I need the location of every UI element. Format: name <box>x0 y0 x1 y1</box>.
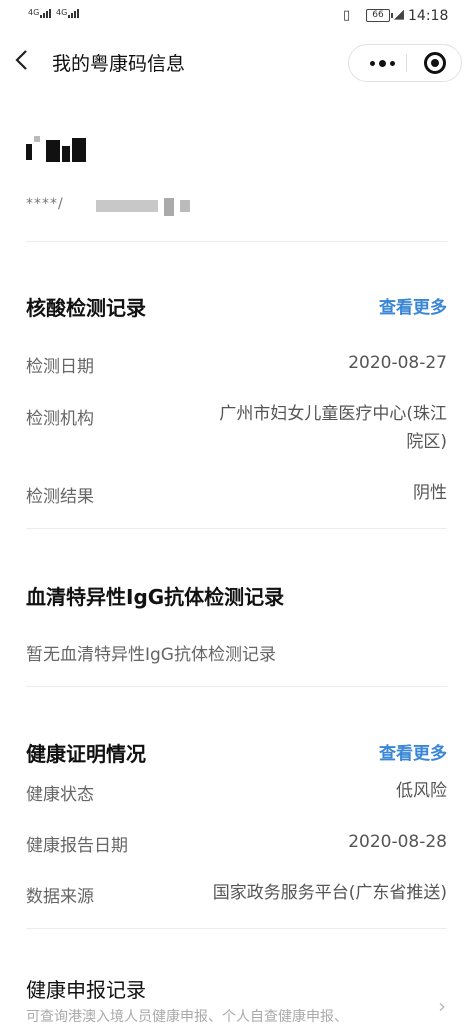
more-dots-icon[interactable] <box>359 45 405 81</box>
health-declare-subtitle: 可查询港澳入境人员健康申报、个人自查健康申报、 <box>26 1009 348 1024</box>
power-saving-icon: ◢ <box>394 7 404 22</box>
page-title: 我的粤康码信息 <box>52 53 186 75</box>
test-org-value: 广州市妇女儿童医疗中心(珠江 院区) <box>219 400 447 456</box>
nucleic-more-link[interactable]: 查看更多 <box>379 293 447 318</box>
health-section-title: 健康证明情况 <box>26 742 146 766</box>
status-bar: 4G 4G ▯ 66 ◢ 14:18 <box>0 0 473 34</box>
target-icon[interactable] <box>424 52 446 74</box>
redacted-id-block <box>180 200 190 212</box>
igg-section-title: 血清特异性IgG抗体检测记录 <box>26 585 285 609</box>
chevron-right-icon: › <box>438 994 446 1018</box>
test-result-label: 检测结果 <box>26 487 94 507</box>
user-id-masked: ****/ <box>26 196 64 212</box>
health-report-date-value: 2020-08-28 <box>348 832 447 852</box>
health-report-date-label: 健康报告日期 <box>26 836 128 856</box>
divider <box>26 686 447 687</box>
vibrate-icon: ▯ <box>343 8 351 23</box>
signal-label-1: 4G <box>28 8 40 17</box>
health-status-label: 健康状态 <box>26 785 94 805</box>
battery-icon: 66 <box>366 9 393 22</box>
capsule-divider <box>406 54 407 72</box>
igg-empty-note: 暂无血清特异性IgG抗体检测记录 <box>26 645 276 665</box>
signal-strength-icon <box>40 9 51 18</box>
signal-label-2: 4G <box>56 8 68 17</box>
nav-bar: 我的粤康码信息 <box>0 34 473 90</box>
test-result-value: 阴性 <box>413 483 447 503</box>
divider <box>26 928 447 929</box>
test-org-value-line1: 广州市妇女儿童医疗中心(珠江 <box>219 404 447 424</box>
health-more-link[interactable]: 查看更多 <box>379 739 447 764</box>
test-date-value: 2020-08-27 <box>348 353 447 373</box>
signal-strength-icon <box>68 9 79 18</box>
back-button[interactable] <box>14 46 28 71</box>
health-declare-title: 健康申报记录 <box>26 978 146 1002</box>
user-name-redacted <box>26 132 96 168</box>
data-source-label: 数据来源 <box>26 887 94 907</box>
test-org-value-line2: 院区) <box>406 432 447 452</box>
test-org-label: 检测机构 <box>26 409 94 429</box>
nucleic-section-title: 核酸检测记录 <box>26 296 146 320</box>
page: 4G 4G ▯ 66 ◢ 14:18 我的粤康码信息 ****/ 核酸检测记录 … <box>0 0 473 1024</box>
health-status-value: 低风险 <box>396 781 447 801</box>
miniprogram-capsule <box>348 44 462 82</box>
data-source-value: 国家政务服务平台(广东省推送) <box>212 883 447 903</box>
chevron-left-icon <box>15 50 27 70</box>
status-time: 14:18 <box>408 8 449 24</box>
divider <box>26 241 447 242</box>
redacted-id-block <box>164 198 174 216</box>
test-date-label: 检测日期 <box>26 357 94 377</box>
divider <box>26 528 447 529</box>
redacted-id-block <box>96 200 158 212</box>
